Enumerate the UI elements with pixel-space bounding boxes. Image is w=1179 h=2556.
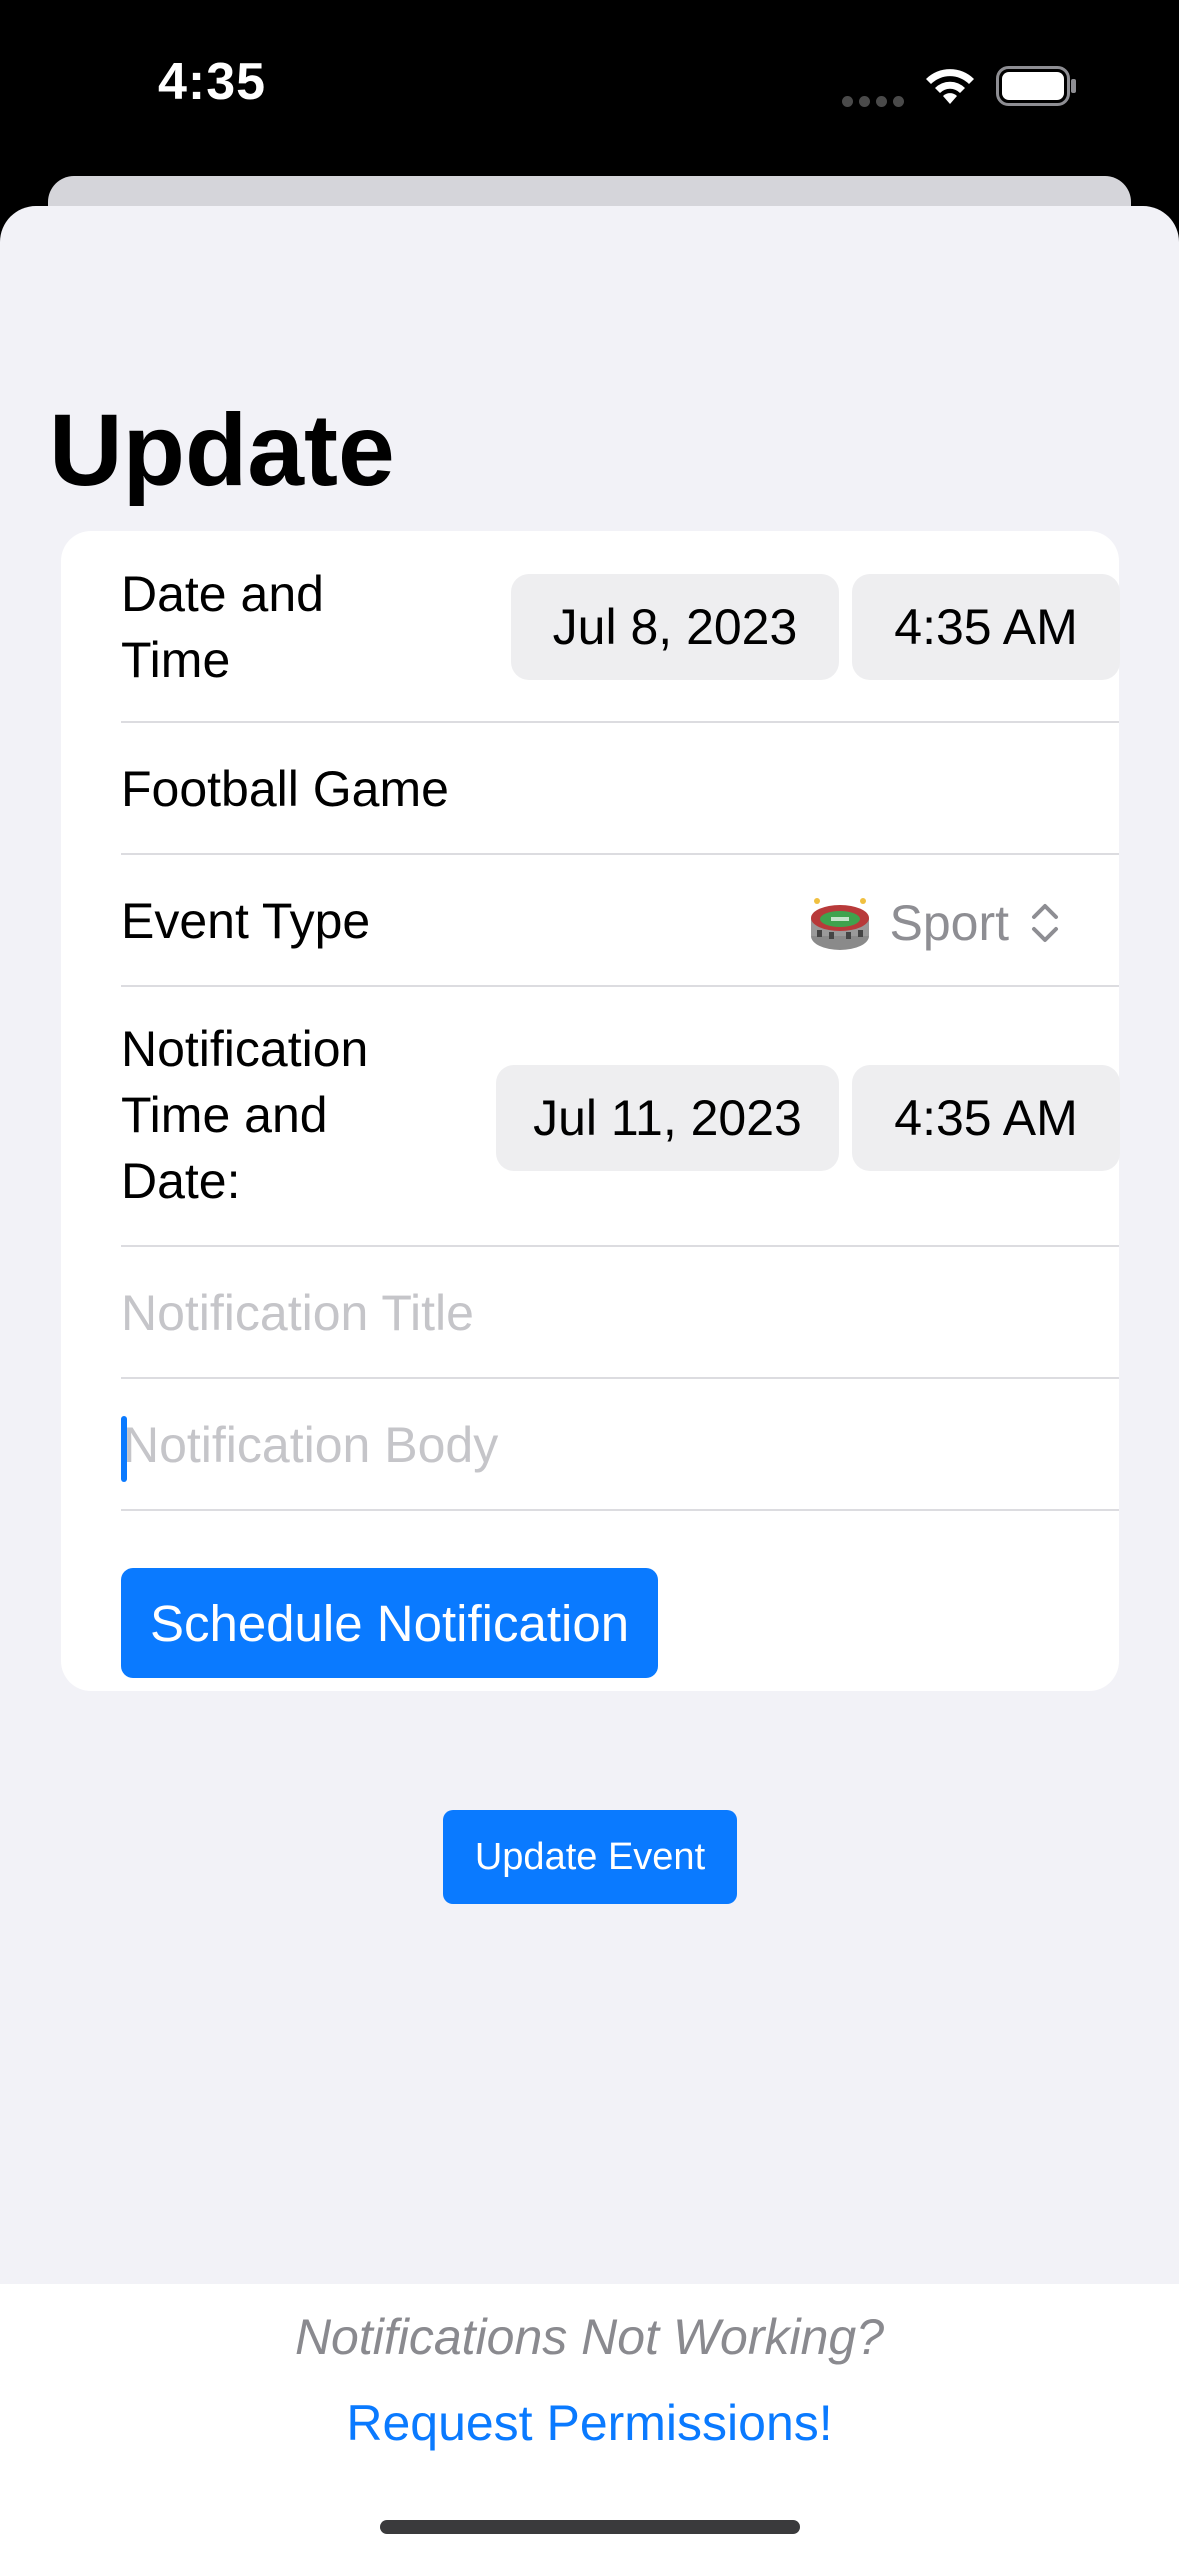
notification-time-picker[interactable]: 4:35 AM xyxy=(852,1065,1120,1171)
request-permissions-link[interactable]: Request Permissions! xyxy=(0,2394,1179,2452)
event-time-picker[interactable]: 4:35 AM xyxy=(852,574,1120,680)
notification-title-input[interactable]: Notification Title xyxy=(121,1284,474,1342)
notification-body-input[interactable]: Notification Body xyxy=(123,1416,498,1474)
notification-title-row: Notification Title xyxy=(121,1247,1119,1379)
status-time: 4:35 xyxy=(158,53,267,111)
event-type-label: Event Type xyxy=(121,893,371,949)
notification-label-line: Notification xyxy=(121,1021,369,1077)
notification-label-line: Time and xyxy=(121,1087,328,1143)
notification-label-line: Date: xyxy=(121,1153,241,1209)
status-bar: 4:35 xyxy=(0,0,1179,176)
event-type-row: Event Type Sport xyxy=(121,855,1119,987)
cellular-signal-icon xyxy=(842,94,910,112)
event-form: Date and Time Jul 8, 2023 4:35 AM Footba… xyxy=(61,531,1120,1691)
date-time-label-line: Time xyxy=(121,632,231,688)
notifications-note: Notifications Not Working? xyxy=(294,2309,885,2365)
event-name-field[interactable]: Football Game xyxy=(121,756,449,822)
notification-body-row: Notification Body xyxy=(121,1379,1119,1511)
permissions-footer: Notifications Not Working? Request Permi… xyxy=(0,2284,1179,2556)
battery-icon xyxy=(996,66,1076,106)
home-indicator[interactable] xyxy=(380,2520,800,2534)
notification-date-picker[interactable]: Jul 11, 2023 xyxy=(496,1065,839,1171)
event-date-picker[interactable]: Jul 8, 2023 xyxy=(511,574,839,680)
date-time-label-line: Date and xyxy=(121,566,324,622)
update-sheet: Update Date and Time Jul 8, 2023 4:35 AM… xyxy=(0,206,1179,2556)
page-title: Update xyxy=(49,393,395,507)
wifi-icon xyxy=(926,69,974,104)
event-type-value: Sport xyxy=(889,895,1009,951)
event-type-picker[interactable]: Sport xyxy=(809,890,1061,956)
date-time-label: Date and Time xyxy=(121,561,324,693)
event-name-row: Football Game xyxy=(121,723,1119,855)
stadium-icon xyxy=(811,898,870,950)
schedule-notification-button[interactable]: Schedule Notification xyxy=(121,1568,658,1678)
update-event-button[interactable]: Update Event xyxy=(443,1810,737,1904)
date-time-row: Date and Time Jul 8, 2023 4:35 AM xyxy=(121,531,1120,723)
chevron-up-down-icon xyxy=(1032,904,1058,942)
notification-date-time-label: Notification Time and Date: xyxy=(121,1016,368,1214)
notification-date-time-row: Notification Time and Date: Jul 11, 2023… xyxy=(121,987,1120,1247)
